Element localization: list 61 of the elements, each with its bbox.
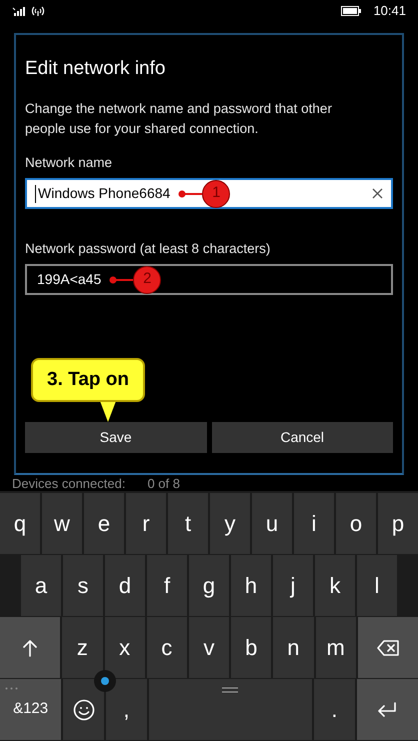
clock-time: 10:41 <box>373 2 406 20</box>
key[interactable]: v <box>188 617 230 678</box>
key[interactable]: c <box>146 617 187 678</box>
key[interactable]: n <box>273 617 314 678</box>
key[interactable]: y <box>210 493 250 554</box>
callout-pointer-icon <box>100 401 116 422</box>
key[interactable]: f <box>147 555 187 616</box>
description-text: Change the network name and password that other people use for your shared connection. <box>25 100 333 138</box>
key[interactable]: l <box>357 555 397 616</box>
leader-line <box>178 190 202 198</box>
key[interactable]: , <box>106 679 147 740</box>
backspace-icon <box>376 640 399 656</box>
wireless-icon <box>30 5 46 17</box>
text-field[interactable]: Windows Phone6684 1 <box>25 178 393 209</box>
dialog-title: Edit network info <box>25 57 166 81</box>
emoji-key[interactable] <box>63 679 104 740</box>
key[interactable]: k <box>315 555 355 616</box>
enter-icon <box>377 702 398 718</box>
key[interactable]: j <box>273 555 313 616</box>
field-label: Network password (at least 8 characters) <box>25 240 272 258</box>
leader-line <box>109 276 134 284</box>
field-value: 199A<a45 <box>37 270 102 289</box>
key[interactable]: h <box>231 555 271 616</box>
key[interactable]: r <box>126 493 166 554</box>
text-field[interactable]: 199A<a45 2 <box>25 264 393 295</box>
signal-icon <box>12 6 26 16</box>
clear-icon[interactable] <box>372 188 383 199</box>
key[interactable]: a <box>21 555 61 616</box>
key[interactable]: b <box>231 617 272 678</box>
key[interactable]: d <box>105 555 145 616</box>
key[interactable]: w <box>42 493 82 554</box>
symbols-key[interactable]: &123 <box>0 679 62 740</box>
key[interactable]: p <box>378 493 418 554</box>
key[interactable]: s <box>63 555 103 616</box>
dialog-button[interactable]: Cancel <box>212 422 393 453</box>
key[interactable]: . <box>314 679 355 740</box>
dots-icon <box>5 687 19 690</box>
devices-value: 0 of 8 <box>147 476 180 491</box>
key[interactable]: m <box>316 617 356 678</box>
key[interactable]: o <box>336 493 376 554</box>
step-marker: 1 <box>202 180 230 208</box>
key[interactable]: u <box>252 493 292 554</box>
key[interactable]: t <box>168 493 208 554</box>
smiley-icon <box>72 698 95 720</box>
key[interactable]: e <box>84 493 124 554</box>
devices-label: Devices connected: <box>12 476 126 491</box>
key[interactable]: x <box>104 617 145 678</box>
key[interactable]: i <box>294 493 334 554</box>
key[interactable]: g <box>189 555 229 616</box>
step-marker: 2 <box>133 266 162 294</box>
arrow-up-icon <box>23 638 38 656</box>
callout-text: 3. Tap on <box>31 358 145 402</box>
dialog-button[interactable]: Save <box>25 422 206 453</box>
cursor-handle-icon[interactable] <box>94 670 116 692</box>
field-value: Windows Phone6684 <box>38 184 170 203</box>
drag-handle-icon <box>222 687 238 693</box>
battery-icon <box>341 6 362 16</box>
key[interactable]: z <box>62 617 102 678</box>
field-label: Network name <box>25 154 114 172</box>
backspace-key[interactable] <box>358 617 418 678</box>
key[interactable]: q <box>0 493 40 554</box>
